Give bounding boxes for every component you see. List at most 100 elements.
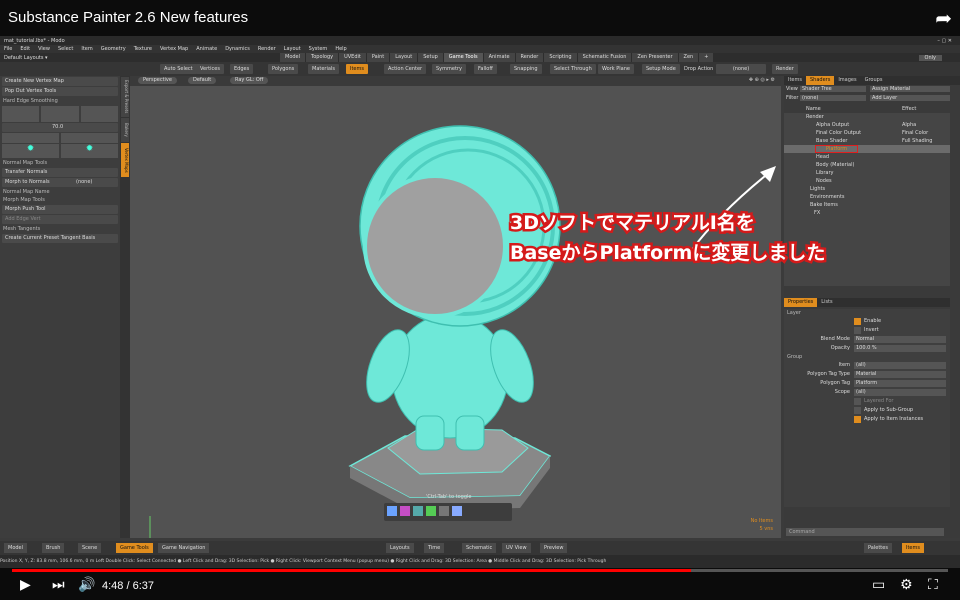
tool-icon[interactable] xyxy=(439,506,449,516)
tab-scripting[interactable]: Scripting xyxy=(544,53,577,62)
menu-item[interactable]: Geometry xyxy=(97,46,130,52)
time-button[interactable]: Time xyxy=(424,543,445,553)
falloff-button[interactable]: Falloff xyxy=(474,64,497,74)
invert-checkbox[interactable] xyxy=(854,327,861,334)
menu-item[interactable]: Dynamics xyxy=(221,46,254,52)
select-through-button[interactable]: Select Through xyxy=(550,64,596,74)
menu-item[interactable]: Render xyxy=(254,46,280,52)
work-plane-button[interactable]: Work Plane xyxy=(598,64,634,74)
tab-items[interactable]: Items xyxy=(784,76,806,85)
menu-item[interactable]: File xyxy=(0,46,16,52)
menu-item[interactable]: Item xyxy=(77,46,96,52)
menu-item[interactable]: Vertex Map xyxy=(156,46,192,52)
items-toggle-button[interactable]: Items xyxy=(902,543,924,553)
menu-item[interactable]: System xyxy=(305,46,332,52)
tab-paint[interactable]: Paint xyxy=(366,53,390,62)
tab-lists[interactable]: Lists xyxy=(817,298,836,307)
tab-layout[interactable]: Layout xyxy=(390,53,418,62)
tree-row[interactable]: Environments xyxy=(784,193,950,201)
filter-select[interactable]: (none) xyxy=(800,95,866,101)
tree-row[interactable]: Base Shader Full Shading xyxy=(784,137,950,145)
tab-images[interactable]: Images xyxy=(834,76,860,85)
menu-item[interactable]: Texture xyxy=(130,46,156,52)
items-button[interactable]: Items xyxy=(346,64,368,74)
tab-game-tools[interactable]: Game Tools xyxy=(443,53,483,62)
tool-icon[interactable] xyxy=(413,506,423,516)
auto-select-button[interactable]: Auto Select xyxy=(160,64,197,74)
view-select[interactable]: Shader Tree xyxy=(800,86,866,92)
vertex-icon[interactable] xyxy=(2,133,59,143)
pop-out-vertex-tools-button[interactable]: Pop Out Vertex Tools xyxy=(2,87,118,96)
tab-zen[interactable]: Zen xyxy=(678,53,699,62)
tab-vertex-maps[interactable]: Vertex Maps xyxy=(121,143,129,177)
angle-field[interactable]: 70.0 xyxy=(2,123,118,132)
game-navigation-button[interactable]: Game Navigation xyxy=(158,543,210,553)
morph-select[interactable]: (none) xyxy=(76,178,92,187)
item-select[interactable]: (all) xyxy=(854,362,946,369)
enable-checkbox[interactable] xyxy=(854,318,861,325)
tool-icon[interactable] xyxy=(452,506,462,516)
vertices-button[interactable]: Vertices xyxy=(196,64,224,74)
tool-icon[interactable] xyxy=(387,506,397,516)
layouts-button[interactable]: Layouts xyxy=(386,543,414,553)
3d-viewport[interactable]: Perspective Default Ray GL: Off ✥ ⊕ ◎ ▸ … xyxy=(130,76,781,538)
menu-item[interactable]: Edit xyxy=(16,46,34,52)
menu-item[interactable]: View xyxy=(34,46,54,52)
uv-view-button[interactable]: UV View xyxy=(502,543,531,553)
apply-sub-checkbox[interactable] xyxy=(854,407,861,414)
tab-schematic-fusion[interactable]: Schematic Fusion xyxy=(577,53,632,62)
model-button[interactable]: Model xyxy=(4,543,28,553)
polygon-tag-select[interactable]: Platform xyxy=(854,380,946,387)
add-layer-button[interactable]: Add Layer xyxy=(870,95,950,101)
blend-select[interactable]: Normal xyxy=(854,336,946,343)
game-tools-button[interactable]: Game Tools xyxy=(116,543,153,553)
menu-item[interactable]: Help xyxy=(331,46,350,52)
tab-setup[interactable]: Setup xyxy=(418,53,443,62)
materials-button[interactable]: Materials xyxy=(308,64,339,74)
volume-icon[interactable]: 🔊 xyxy=(78,577,95,593)
tab-bakery[interactable]: Bakery xyxy=(121,118,129,142)
action-center-button[interactable]: Action Center xyxy=(384,64,427,74)
symmetry-button[interactable]: Symmetry xyxy=(432,64,466,74)
tree-row[interactable]: Nodes xyxy=(784,177,950,185)
tab-export-presets[interactable]: Export & Presets xyxy=(121,77,129,117)
tab-topology[interactable]: Topology xyxy=(306,53,339,62)
tab-render[interactable]: Render xyxy=(515,53,544,62)
brush-button[interactable]: Brush xyxy=(42,543,65,553)
fullscreen-icon[interactable]: ⛶ xyxy=(928,577,938,593)
tab-model[interactable]: Model xyxy=(280,53,306,62)
scene-button[interactable]: Scene xyxy=(78,543,102,553)
tab-groups[interactable]: Groups xyxy=(861,76,887,85)
tree-row[interactable]: Library xyxy=(784,169,950,177)
play-icon[interactable]: ▶ xyxy=(20,577,31,593)
add-tab-button[interactable]: + xyxy=(699,53,714,62)
cube-icon[interactable] xyxy=(2,106,40,122)
drop-action-select[interactable]: (none) xyxy=(716,64,766,74)
tab-animate[interactable]: Animate xyxy=(483,53,515,62)
cube-smooth-icon[interactable] xyxy=(80,106,118,122)
next-icon[interactable]: ⏭ xyxy=(52,577,65,593)
tree-row[interactable]: Lights xyxy=(784,185,950,193)
schematic-button[interactable]: Schematic xyxy=(462,543,497,553)
tree-row[interactable]: Head xyxy=(784,153,950,161)
gear-icon[interactable]: ✹ xyxy=(61,144,118,158)
create-vertex-map-button[interactable]: Create New Vertex Map xyxy=(2,77,118,86)
assign-material-button[interactable]: Assign Material xyxy=(870,86,950,92)
apply-inst-checkbox[interactable] xyxy=(854,416,861,423)
morph-to-normals-row[interactable]: Morph to Normals (none) xyxy=(2,178,118,187)
gear-icon[interactable]: ✹ xyxy=(2,144,59,158)
scope-select[interactable]: (all) xyxy=(854,389,946,396)
menu-item[interactable]: Layout xyxy=(280,46,305,52)
command-input[interactable]: Command xyxy=(786,528,944,536)
tab-shaders[interactable]: Shaders xyxy=(806,76,835,85)
palettes-button[interactable]: Palettes xyxy=(864,543,892,553)
sphere-icon[interactable] xyxy=(41,106,79,122)
snapping-button[interactable]: Snapping xyxy=(510,64,542,74)
add-edge-vert-button[interactable]: Add Edge Vert xyxy=(2,215,118,224)
subtitles-icon[interactable]: ▭ xyxy=(872,577,885,593)
menu-item[interactable]: Select xyxy=(54,46,77,52)
layered-checkbox[interactable] xyxy=(854,398,861,405)
morph-push-tool-button[interactable]: Morph Push Tool xyxy=(2,205,118,214)
settings-icon[interactable]: ⚙ xyxy=(900,577,913,593)
setup-mode-button[interactable]: Setup Mode xyxy=(642,64,680,74)
